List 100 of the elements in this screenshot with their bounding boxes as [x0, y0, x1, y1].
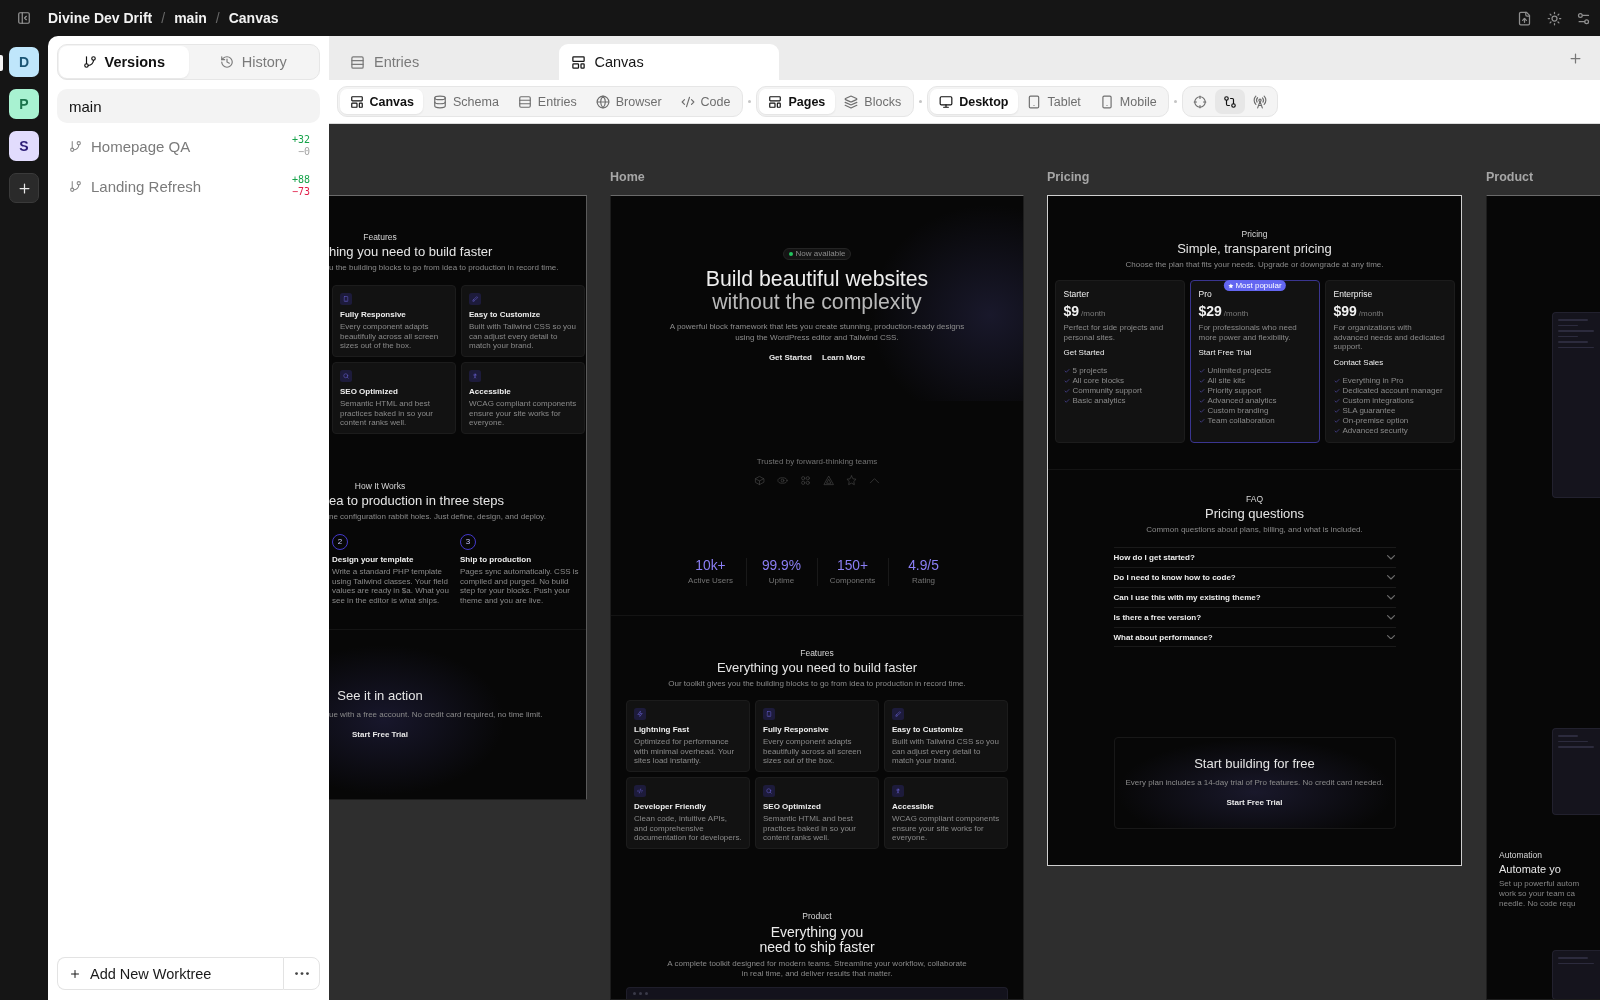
eye-icon	[777, 475, 788, 486]
plan-button[interactable]: Contact Sales	[1333, 357, 1384, 368]
plan-feature: All site kits	[1207, 376, 1246, 387]
page-frame[interactable]	[610, 195, 1024, 1000]
device-tab[interactable]: Desktop	[929, 89, 1018, 114]
section-eyebrow: FAQ	[1246, 494, 1263, 504]
mode-tab[interactable]: Blocks	[834, 89, 911, 114]
breadcrumb-separator: /	[215, 10, 220, 26]
device-tab[interactable]: Mobile	[1090, 89, 1167, 114]
sliders-icon[interactable]	[1576, 10, 1591, 26]
device-tab[interactable]: Tablet	[1018, 89, 1091, 114]
price-period: /month	[1081, 309, 1106, 319]
phone-icon	[1099, 94, 1114, 109]
workspace-avatar[interactable]: S	[9, 131, 39, 161]
more-icon	[294, 971, 309, 976]
branch-icon	[69, 179, 82, 193]
cube-icon	[754, 475, 765, 486]
stat-label: Uptime	[768, 576, 795, 586]
faq-question[interactable]: Can I use this with my existing theme?	[1113, 587, 1396, 607]
add-workspace-button[interactable]	[9, 173, 39, 203]
workspace-avatar[interactable]: P	[9, 89, 39, 119]
plan-price: $29	[1198, 303, 1222, 319]
branch-item[interactable]: Landing Refresh +88 −73	[57, 169, 320, 203]
trial-button[interactable]: Start Free Trial	[1226, 798, 1283, 808]
faq-question[interactable]: How do I get started?	[1113, 547, 1396, 567]
step-description: Pages sync automatically. CSS is compiled and purged. No build step for your blocks. Push your theme and you are live.	[460, 567, 580, 606]
hero-description: A powerful block framework that lets you create stunning, production-ready designs using the WordPress editor and Tailwind CSS.	[668, 322, 966, 343]
person-icon	[469, 370, 481, 382]
section-heading: Pricing questions	[1205, 506, 1304, 522]
step-title: Ship to production	[460, 555, 532, 565]
plus-icon	[69, 967, 81, 980]
faq-question[interactable]: What about performance?	[1113, 627, 1396, 647]
section-subtitle: Common questions about plans, billing, and what is included.	[1146, 525, 1363, 535]
breadcrumb-item[interactable]: Canvas	[228, 10, 279, 26]
section-heading: hing you need to build faster	[329, 244, 493, 260]
trial-button[interactable]: Start Free Trial	[352, 730, 408, 741]
person-icon	[892, 785, 904, 797]
faq-question[interactable]: Do I need to know how to code?	[1113, 567, 1396, 587]
plan-feature: Unlimited projects	[1207, 366, 1272, 377]
faq-question[interactable]: Is there a free version?	[1113, 607, 1396, 627]
plan-feature: On-premise option	[1342, 415, 1409, 426]
branch-item[interactable]: Homepage QA +32 −0	[57, 129, 320, 163]
page-frame[interactable]: Automation Automate yo Set up powerful autom work so your team ca needle. No code requ	[1486, 195, 1600, 1000]
view-tab[interactable]: Browser	[586, 89, 672, 114]
logos-caption: Trusted by forward-thinking teams	[756, 457, 878, 467]
sidebar-tab[interactable]: Versions	[59, 46, 189, 78]
database-icon	[433, 94, 447, 109]
plan-feature: Advanced security	[1342, 425, 1408, 436]
page-label[interactable]: Product	[1486, 170, 1534, 185]
view-tab[interactable]: Schema	[423, 89, 509, 114]
section-heading: Automate yo	[1499, 863, 1561, 876]
page-label[interactable]: Home	[610, 170, 645, 185]
workspace-avatar[interactable]: D	[9, 47, 39, 77]
breadcrumb-item[interactable]: Divine Dev Drift	[48, 10, 153, 26]
view-tab[interactable]: Canvas	[340, 89, 424, 114]
view-tab[interactable]: Entries	[508, 89, 587, 114]
section-eyebrow: How It Works	[354, 481, 406, 491]
view-tab[interactable]: Code	[671, 89, 740, 114]
plan-name: Pro	[1198, 289, 1212, 299]
lightning-icon	[634, 708, 646, 720]
plan-feature: Custom integrations	[1342, 395, 1414, 406]
plan-feature: All core blocks	[1072, 376, 1125, 387]
section-eyebrow: Automation	[1499, 850, 1542, 860]
document-upload-icon[interactable]	[1517, 10, 1532, 26]
plan-button[interactable]: Get Started	[1063, 348, 1105, 359]
diff-count: +32	[291, 134, 310, 146]
tool-button[interactable]	[1215, 89, 1246, 114]
feature-title: Accessible	[892, 802, 934, 812]
hero-button[interactable]: Get Started	[768, 353, 812, 363]
editor-tab[interactable]: Canvas	[558, 44, 779, 80]
search-icon	[340, 370, 352, 382]
sidebar-toggle-icon[interactable]	[17, 11, 31, 25]
mode-tab[interactable]: Pages	[759, 89, 835, 114]
plan-description: For organizations with advanced needs and dedicated support.	[1333, 323, 1446, 352]
layout-icon	[768, 94, 783, 109]
plan-button[interactable]: Start Free Trial	[1198, 348, 1252, 359]
section-heading: Simple, transparent pricing	[1177, 241, 1332, 257]
hero-heading-line: without the complexity	[712, 291, 922, 314]
breadcrumb-item[interactable]: main	[174, 10, 207, 26]
sun-icon[interactable]	[1546, 10, 1562, 26]
hero-button[interactable]: Learn More	[822, 353, 866, 363]
code-icon	[634, 785, 646, 797]
sidebar-tab[interactable]: History	[188, 46, 318, 78]
breadcrumb-separator: /	[161, 10, 166, 26]
add-worktree-button[interactable]: Add New Worktree	[57, 957, 283, 990]
plus-icon[interactable]	[1568, 50, 1583, 66]
price-period: /month	[1358, 309, 1384, 319]
editor-tab[interactable]: Entries	[338, 44, 559, 80]
page-label[interactable]: Pricing	[1047, 170, 1090, 185]
brush-icon	[469, 293, 481, 305]
page-frame[interactable]	[329, 195, 587, 800]
feature-title: Easy to Customize	[892, 725, 964, 735]
rows-icon	[517, 94, 532, 109]
branch-item[interactable]: main	[57, 89, 320, 123]
section-text-line: work so your team ca	[1499, 889, 1577, 899]
badge-label: Most popular	[1235, 280, 1282, 291]
plan-feature: SLA guarantee	[1342, 405, 1396, 416]
plan-price: $99	[1333, 303, 1357, 319]
cta-heading: See it in action	[337, 688, 423, 705]
cta-heading: Start building for free	[1194, 756, 1315, 772]
